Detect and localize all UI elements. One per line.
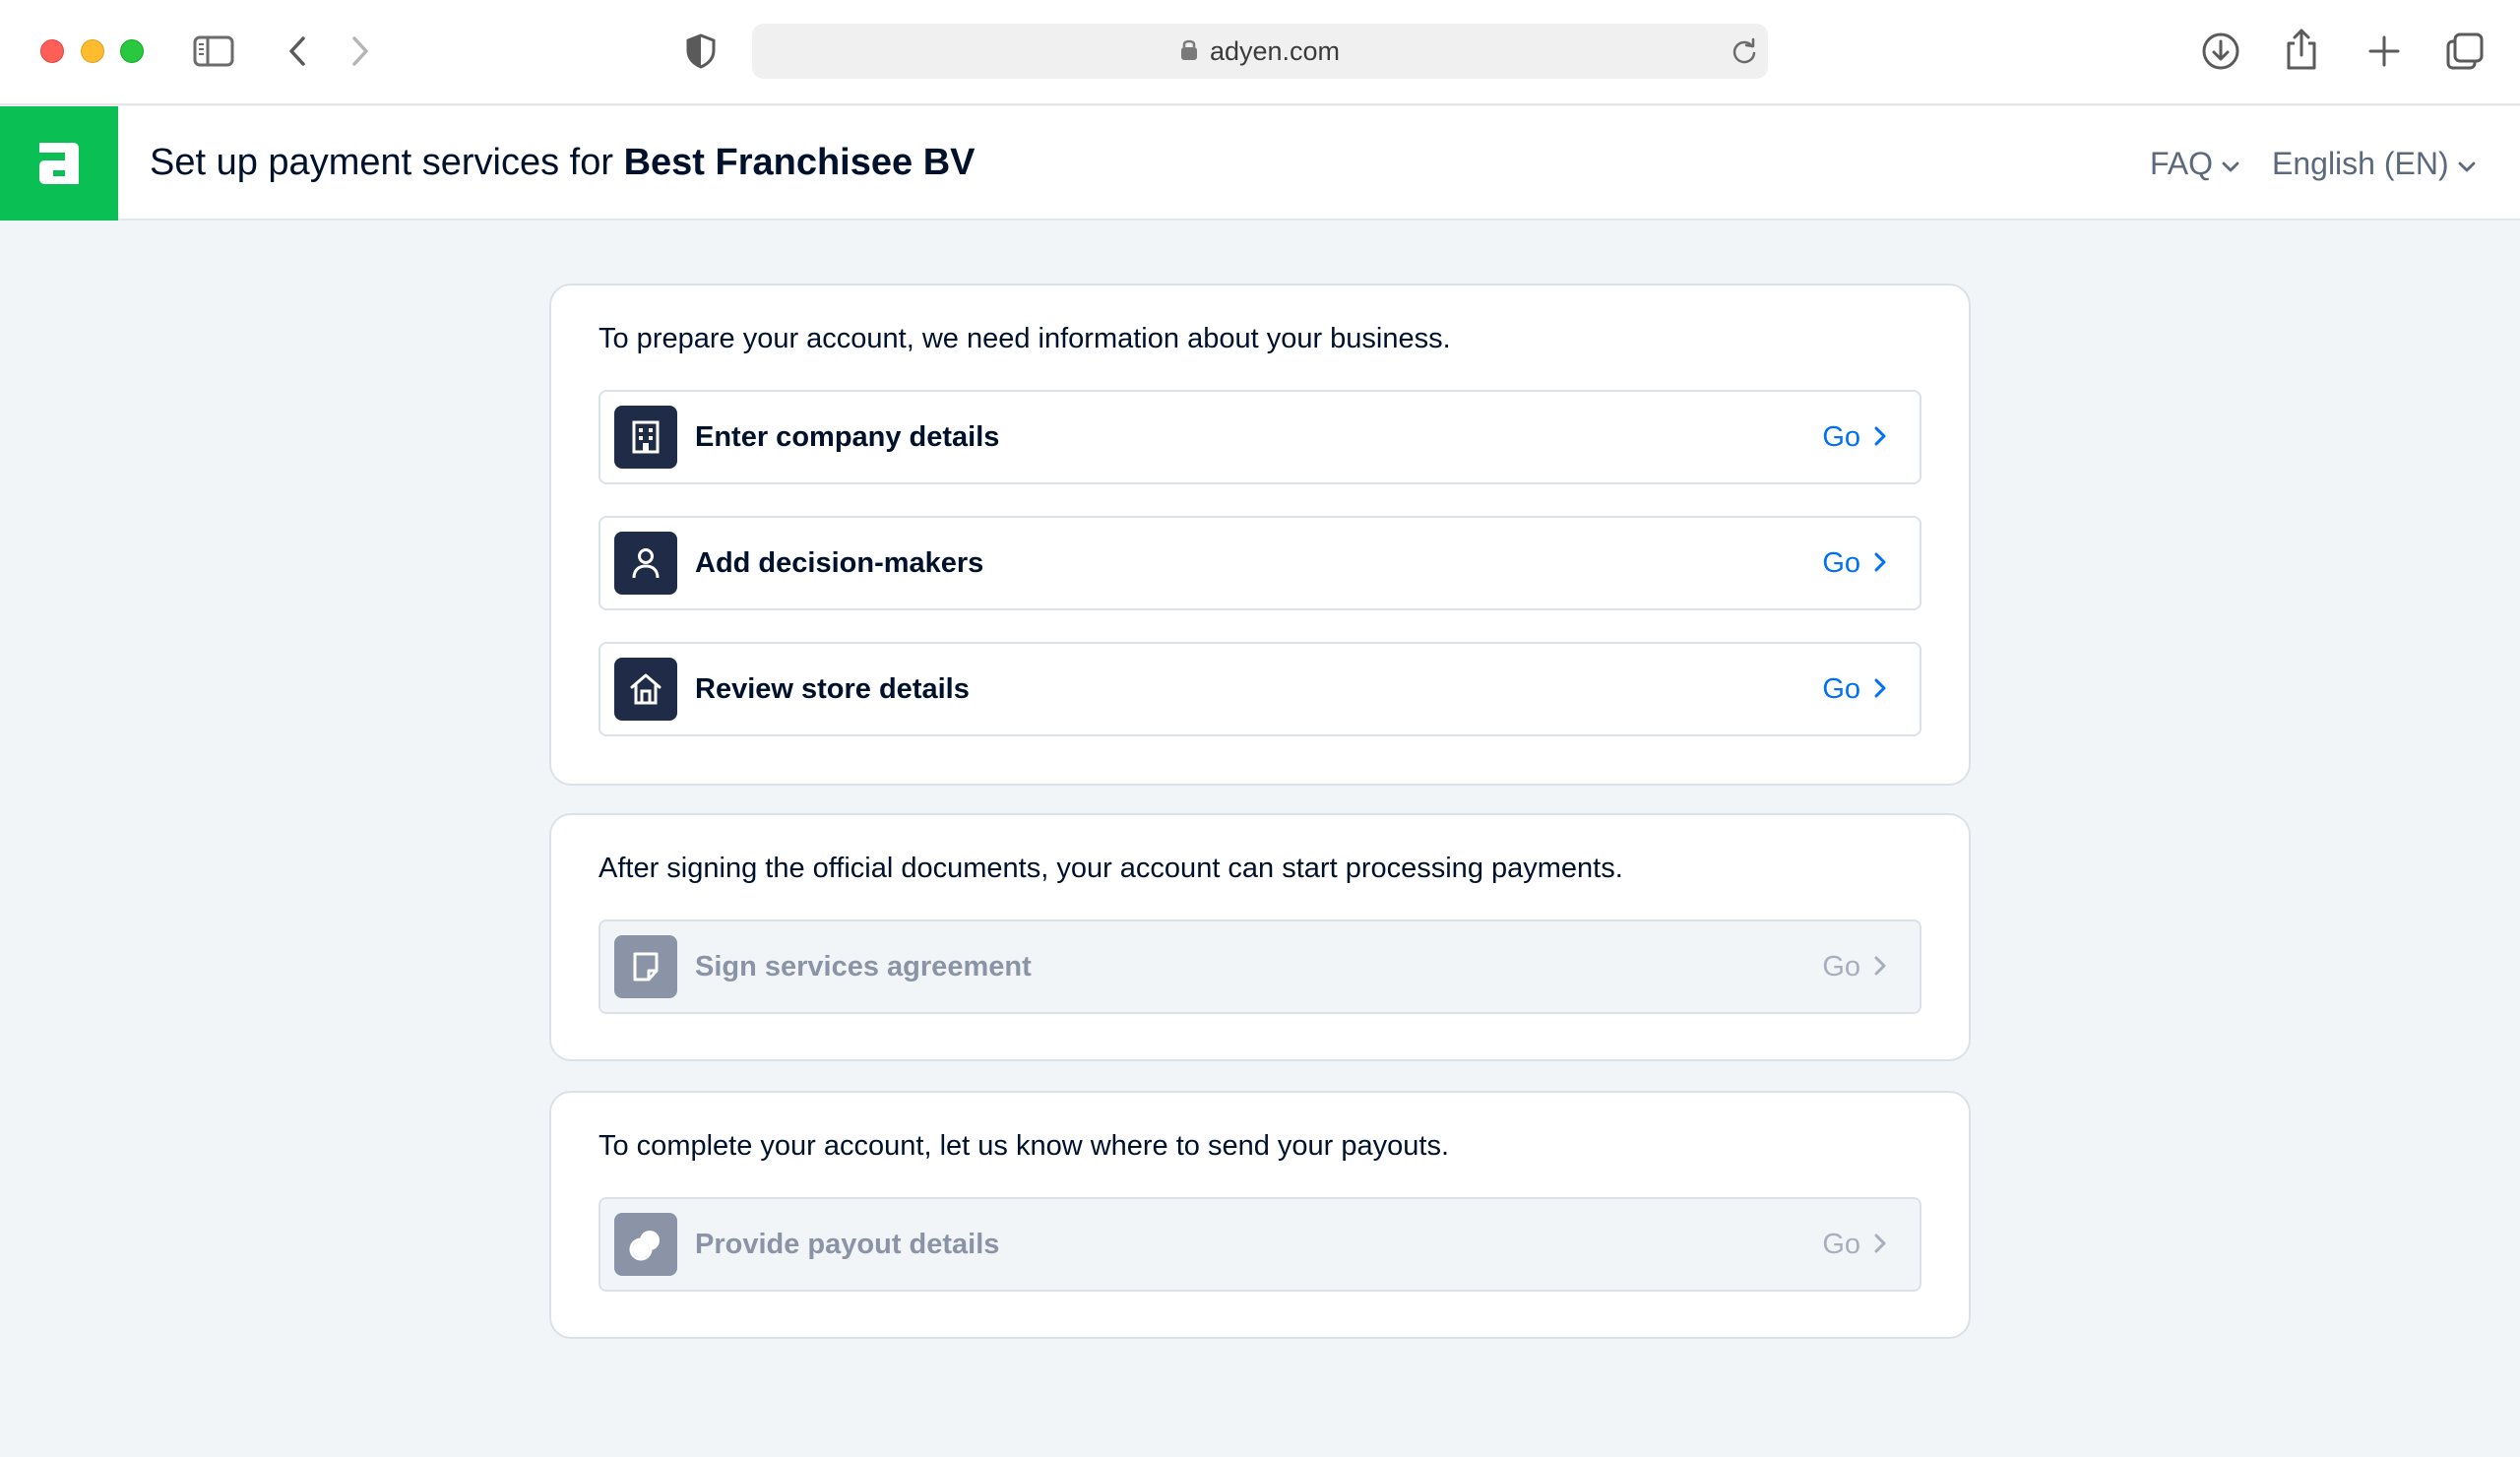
lock-icon xyxy=(1180,37,1198,66)
minimize-window-button[interactable] xyxy=(81,39,104,63)
chevron-right-icon xyxy=(1874,421,1886,454)
task-label: Review store details xyxy=(695,673,970,705)
address-bar[interactable]: adyen.com xyxy=(752,24,1768,79)
app-header: Set up payment services for Best Franchi… xyxy=(0,106,2520,221)
task-label: Provide payout details xyxy=(695,1229,1000,1260)
payout-card: To complete your account, let us know wh… xyxy=(549,1091,1971,1339)
chevron-right-icon xyxy=(1874,547,1886,580)
chevron-right-icon xyxy=(1874,673,1886,706)
task-decision-makers[interactable]: Add decision-makers Go xyxy=(598,516,1922,610)
task-store-details[interactable]: Review store details Go xyxy=(598,642,1922,736)
browser-toolbar: adyen.com xyxy=(0,0,2520,105)
adyen-logo-icon xyxy=(39,143,79,184)
new-tab-icon[interactable] xyxy=(2366,33,2402,69)
go-label: Go xyxy=(1822,1229,1860,1260)
task-sign-agreement: Sign services agreement Go xyxy=(598,919,1922,1014)
close-window-button[interactable] xyxy=(40,39,64,63)
task-payout-details: Provide payout details Go xyxy=(598,1197,1922,1292)
go-link: Go xyxy=(1822,951,1886,983)
forward-arrow-icon[interactable] xyxy=(348,35,372,67)
company-name: Best Franchisee BV xyxy=(623,142,976,183)
building-icon xyxy=(614,406,677,469)
zoom-window-button[interactable] xyxy=(120,39,144,63)
tab-overview-icon[interactable] xyxy=(2445,32,2485,71)
page-title-prefix: Set up payment services for xyxy=(150,142,613,183)
task-label: Enter company details xyxy=(695,421,1000,453)
chevron-down-icon xyxy=(2221,146,2240,182)
agreement-card: After signing the official documents, yo… xyxy=(549,813,1971,1061)
task-company-details[interactable]: Enter company details Go xyxy=(598,390,1922,484)
task-label: Sign services agreement xyxy=(695,951,1032,982)
go-link: Go xyxy=(1822,1229,1886,1261)
business-info-card: To prepare your account, we need informa… xyxy=(549,284,1971,786)
coins-icon xyxy=(614,1213,677,1276)
sidebar-toggle-icon[interactable] xyxy=(193,35,234,67)
go-link[interactable]: Go xyxy=(1822,547,1886,580)
go-label: Go xyxy=(1822,673,1860,705)
back-arrow-icon[interactable] xyxy=(285,35,309,67)
go-label: Go xyxy=(1822,547,1860,579)
reload-icon[interactable] xyxy=(1731,37,1758,70)
chevron-right-icon xyxy=(1874,951,1886,983)
section-intro: To prepare your account, we need informa… xyxy=(598,323,1451,354)
go-label: Go xyxy=(1822,421,1860,453)
faq-menu[interactable]: FAQ xyxy=(2150,146,2240,182)
task-label: Add decision-makers xyxy=(695,547,984,579)
person-icon xyxy=(614,532,677,595)
adyen-logo[interactable] xyxy=(0,106,118,221)
document-icon xyxy=(614,935,677,998)
downloads-icon[interactable] xyxy=(2201,32,2240,71)
go-link[interactable]: Go xyxy=(1822,673,1886,706)
go-link[interactable]: Go xyxy=(1822,421,1886,454)
store-icon xyxy=(614,658,677,721)
share-icon[interactable] xyxy=(2284,28,2319,71)
go-label: Go xyxy=(1822,951,1860,982)
section-intro: To complete your account, let us know wh… xyxy=(598,1130,1450,1162)
url-text: adyen.com xyxy=(1209,35,1341,66)
chevron-down-icon xyxy=(2457,146,2477,182)
privacy-shield-icon[interactable] xyxy=(685,33,717,69)
faq-label: FAQ xyxy=(2150,146,2214,181)
language-label: English (EN) xyxy=(2272,146,2449,181)
section-intro: After signing the official documents, yo… xyxy=(598,853,1623,884)
page-title: Set up payment services for Best Franchi… xyxy=(150,142,975,184)
chevron-right-icon xyxy=(1874,1229,1886,1261)
language-selector[interactable]: English (EN) xyxy=(2272,146,2477,182)
